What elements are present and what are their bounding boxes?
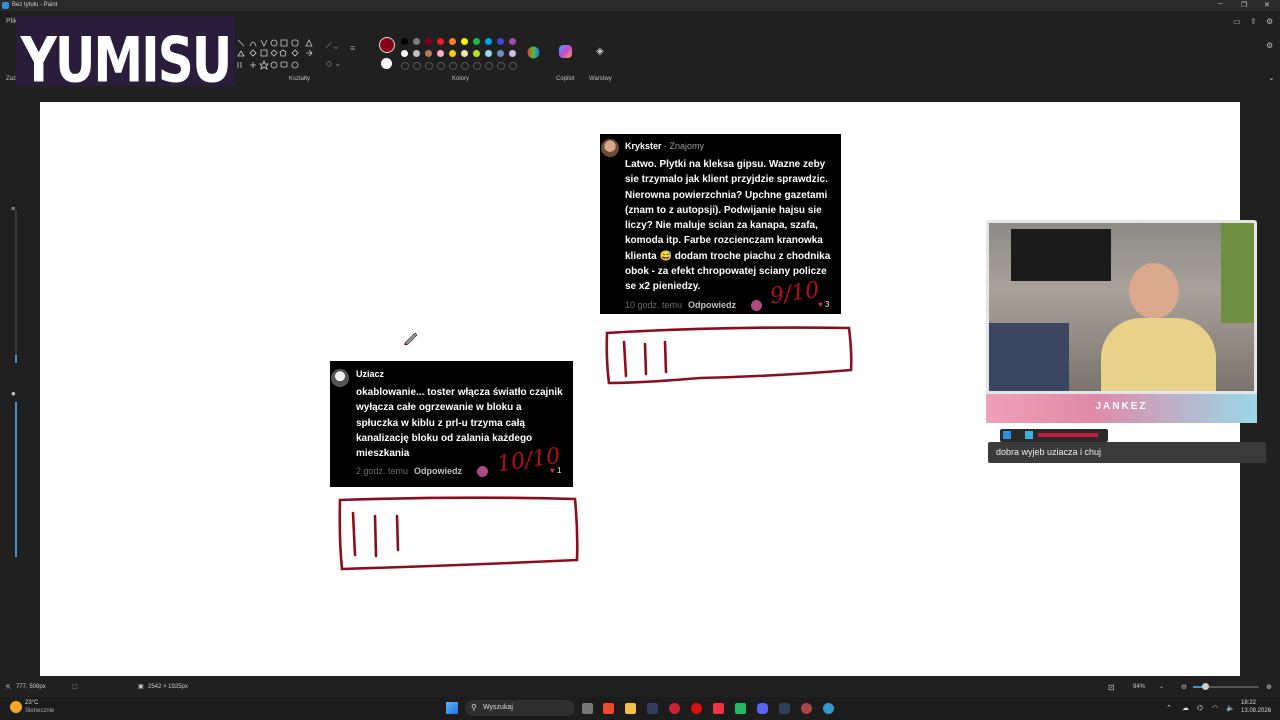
drawn-tally-mark (622, 340, 628, 378)
file-explorer-icon[interactable] (625, 703, 636, 714)
windows-start-icon[interactable] (446, 702, 458, 714)
zoom-level[interactable]: 94% (1133, 684, 1145, 690)
search-placeholder: Wyszukaj (483, 704, 513, 711)
volume-icon[interactable]: 🔈 (1226, 704, 1235, 712)
app-icon[interactable] (669, 703, 680, 714)
zoom-dropdown-icon[interactable]: ⌄ (1159, 683, 1164, 690)
canvas-size: 2542 × 1925px (148, 684, 188, 690)
tray-icon[interactable]: ☁ (1182, 704, 1189, 712)
plant-shape (1221, 223, 1254, 323)
tray-chevron-icon[interactable]: ⌃ (1166, 704, 1172, 712)
steam-icon[interactable] (647, 703, 658, 714)
wifi-icon[interactable]: ◠ (1212, 704, 1218, 712)
weather-temp[interactable]: 23°C (25, 700, 38, 706)
app-icon[interactable] (713, 703, 724, 714)
person-body-shape (1101, 318, 1216, 391)
taskbar-search[interactable]: ⚲ Wyszukaj (465, 700, 575, 716)
fit-to-window-icon[interactable]: ⊡ (1108, 683, 1115, 692)
network-icon[interactable]: ⌬ (1197, 704, 1203, 712)
canvas-size-icon: ▣ (138, 684, 144, 690)
clock-date[interactable]: 13.08.2026 (1241, 708, 1271, 714)
steam-icon[interactable] (779, 703, 790, 714)
drawn-tally-mark (373, 514, 378, 558)
paint-taskbar-icon[interactable] (823, 703, 834, 714)
status-bar: ⇱ 777, 508px ⬚ ▣ 2542 × 1925px ⊡ 94% ⌄ ⊖… (0, 678, 1280, 696)
drawn-tally-mark (351, 511, 357, 557)
zoom-in-icon[interactable]: ⊕ (1266, 683, 1272, 691)
weather-icon[interactable] (10, 701, 22, 713)
obs-icon[interactable] (691, 703, 702, 714)
drawn-tally-mark (643, 342, 648, 376)
selection-icon: ⬚ (72, 684, 78, 690)
drawn-tally-mark (395, 514, 400, 552)
app-icon[interactable] (801, 703, 812, 714)
task-view-icon[interactable] (582, 703, 593, 714)
tv-shape (1011, 229, 1111, 281)
zoom-out-icon[interactable]: ⊖ (1181, 683, 1187, 691)
streamer-name: JANKEZ (1095, 401, 1148, 412)
app-icon[interactable] (735, 703, 746, 714)
webcam-overlay: JANKEZ (986, 220, 1257, 423)
cursor-icon: ⇱ (6, 685, 12, 691)
taskbar: 23°C Słonecznie ⚲ Wyszukaj ⌃ ☁ ⌬ ◠ 🔈 18:… (0, 697, 1280, 720)
clock-time[interactable]: 18:22 (1241, 700, 1256, 706)
sofa-shape (989, 323, 1069, 391)
discord-icon[interactable] (757, 703, 768, 714)
chat-username (1038, 433, 1098, 437)
cursor-position: 777, 508px (16, 684, 46, 690)
chat-message: dobra wyjeb uziacza i chuj (988, 442, 1266, 463)
chat-message-text: dobra wyjeb uziacza i chuj (996, 447, 1102, 457)
webcam-video (989, 223, 1254, 391)
brave-icon[interactable] (603, 703, 614, 714)
zoom-slider-thumb[interactable] (1202, 683, 1209, 690)
badge-icon (1003, 431, 1011, 439)
person-head-shape (1129, 263, 1179, 319)
drawn-rectangle (605, 326, 853, 385)
search-icon: ⚲ (471, 703, 477, 712)
weather-desc[interactable]: Słonecznie (25, 708, 54, 714)
drawn-tally-mark (663, 340, 668, 374)
badge-icon (1025, 431, 1033, 439)
chat-username-badge (1000, 429, 1108, 442)
